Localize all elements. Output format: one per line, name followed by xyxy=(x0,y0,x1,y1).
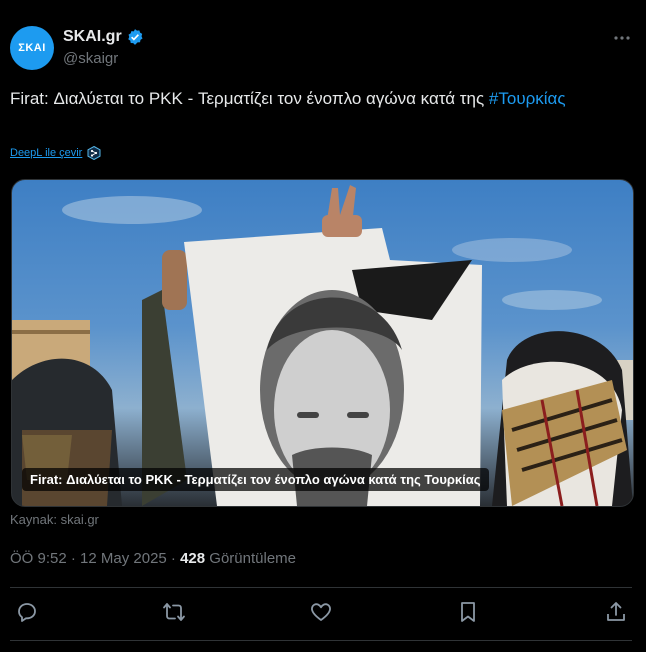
verified-badge-icon xyxy=(127,29,143,45)
display-name-label: SKAI.gr xyxy=(63,28,122,45)
tweet-meta: ÖÖ 9:52 · 12 May 2025 · 428 Görüntüleme xyxy=(10,550,296,567)
translate-label: DeepL ile çevir xyxy=(10,147,83,159)
divider-bottom xyxy=(10,640,632,641)
protest-photo xyxy=(12,185,633,506)
like-icon[interactable] xyxy=(309,600,333,624)
bookmark-icon[interactable] xyxy=(456,600,480,624)
translate-link[interactable]: DeepL ile çevir xyxy=(10,146,101,160)
deepl-icon xyxy=(87,146,101,160)
media-caption: Firat: Διαλύεται το PKK - Τερματίζει τον… xyxy=(22,468,489,491)
timestamp[interactable]: ÖÖ 9:52 · 12 May 2025 · xyxy=(10,550,180,567)
views-label: Görüntüleme xyxy=(205,550,297,567)
tweet-image[interactable] xyxy=(11,179,634,507)
hashtag-link[interactable]: #Τουρκίας xyxy=(489,89,566,108)
source-label[interactable]: Kaynak: skai.gr xyxy=(10,512,99,527)
view-count: 428 xyxy=(180,550,206,567)
more-options-icon[interactable] xyxy=(612,28,632,48)
reply-icon[interactable] xyxy=(15,600,39,624)
display-name[interactable]: SKAI.gr xyxy=(63,28,144,46)
user-handle[interactable]: @skaigr xyxy=(63,50,118,67)
retweet-icon[interactable] xyxy=(162,600,186,624)
tweet-text: Firat: Διαλύεται το PKK - Τερματίζει τον… xyxy=(10,86,630,112)
avatar[interactable]: ΣΚΑΙ xyxy=(10,26,54,70)
tweet-body: Firat: Διαλύεται το PKK - Τερματίζει τον… xyxy=(10,89,489,108)
share-icon[interactable] xyxy=(604,600,628,624)
avatar-logo-text: ΣΚΑΙ xyxy=(18,42,46,54)
divider-top xyxy=(10,587,632,588)
